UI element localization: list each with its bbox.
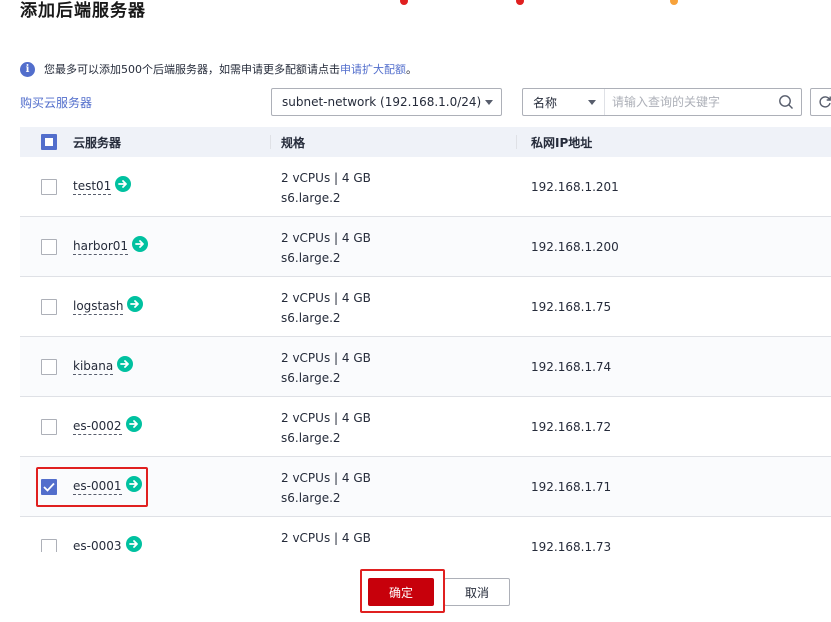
arrow-right-circle-icon[interactable] xyxy=(125,535,142,552)
private-ip-cell: 192.168.1.201 xyxy=(531,179,619,194)
row-checkbox[interactable] xyxy=(41,179,57,195)
spec-cell: 2 vCPUs | 4 GB xyxy=(281,528,371,548)
chevron-down-icon xyxy=(485,99,493,105)
arrow-right-circle-icon[interactable] xyxy=(125,415,142,432)
spec-cell: 2 vCPUs | 4 GB s6.large.2 xyxy=(281,408,371,448)
spec-cell: 2 vCPUs | 4 GB s6.large.2 xyxy=(281,468,371,508)
table-row[interactable]: kibana 2 vCPUs | 4 GB s6.large.2 192.168… xyxy=(20,337,831,397)
top-strip-clipped xyxy=(270,0,710,6)
row-checkbox[interactable] xyxy=(41,419,57,435)
search-field-select[interactable]: 名称 xyxy=(523,89,605,115)
server-name-cell: es-0001 xyxy=(73,475,142,495)
column-header-server: 云服务器 xyxy=(73,135,122,150)
arrow-right-circle-icon[interactable] xyxy=(127,295,144,312)
arrow-right-circle-icon[interactable] xyxy=(115,175,132,192)
checkmark-icon xyxy=(43,482,55,492)
private-ip-cell: 192.168.1.200 xyxy=(531,239,619,254)
server-name-link[interactable]: logstash xyxy=(73,299,124,315)
server-name-link[interactable]: harbor01 xyxy=(73,239,129,255)
spec-type: s6.large.2 xyxy=(281,311,341,325)
quota-notice: i 您最多可以添加500个后端服务器，如需申请更多配额请点击 申请扩大配额 。 xyxy=(20,60,417,78)
spec-cell: 2 vCPUs | 4 GB s6.large.2 xyxy=(281,288,371,328)
column-header-private-ip: 私网IP地址 xyxy=(531,135,593,150)
buy-server-link[interactable]: 购买云服务器 xyxy=(20,94,92,111)
clipped-dot xyxy=(400,0,408,5)
table-row[interactable]: es-0001 2 vCPUs | 4 GB s6.large.2 192.16… xyxy=(20,457,831,517)
server-name-cell: test01 xyxy=(73,175,132,195)
spec-flavor: 2 vCPUs | 4 GB xyxy=(281,171,371,185)
table-row[interactable]: es-0002 2 vCPUs | 4 GB s6.large.2 192.16… xyxy=(20,397,831,457)
quota-notice-tail: 。 xyxy=(406,63,417,76)
server-name-link[interactable]: kibana xyxy=(73,359,114,375)
spec-flavor: 2 vCPUs | 4 GB xyxy=(281,411,371,425)
server-name-link[interactable]: es-0001 xyxy=(73,479,122,495)
row-checkbox[interactable] xyxy=(41,359,57,375)
row-checkbox[interactable] xyxy=(41,239,57,255)
table-row[interactable]: logstash 2 vCPUs | 4 GB s6.large.2 192.1… xyxy=(20,277,831,337)
confirm-button[interactable]: 确定 xyxy=(368,578,434,606)
server-name-cell: logstash xyxy=(73,295,144,315)
subnet-select[interactable]: subnet-network (192.168.1.0/24) xyxy=(271,88,502,116)
spec-cell: 2 vCPUs | 4 GB s6.large.2 xyxy=(281,348,371,388)
spec-flavor: 2 vCPUs | 4 GB xyxy=(281,291,371,305)
arrow-right-circle-icon[interactable] xyxy=(125,475,142,492)
select-all-checkbox[interactable] xyxy=(41,134,57,150)
private-ip-cell: 192.168.1.71 xyxy=(531,479,612,494)
server-name-cell: es-0002 xyxy=(73,415,142,435)
table-row[interactable]: harbor01 2 vCPUs | 4 GB s6.large.2 192.1… xyxy=(20,217,831,277)
server-name-cell: kibana xyxy=(73,355,134,375)
table-row[interactable]: test01 2 vCPUs | 4 GB s6.large.2 192.168… xyxy=(20,157,831,217)
spec-type: s6.large.2 xyxy=(281,191,341,205)
row-checkbox[interactable] xyxy=(41,479,57,495)
column-header-spec: 规格 xyxy=(281,135,306,150)
cancel-button[interactable]: 取消 xyxy=(444,578,510,606)
private-ip-cell: 192.168.1.72 xyxy=(531,419,612,434)
spec-type: s6.large.2 xyxy=(281,491,341,505)
arrow-right-circle-icon[interactable] xyxy=(132,235,149,252)
search-box: 名称 xyxy=(522,88,802,116)
search-field-value: 名称 xyxy=(533,95,558,110)
column-divider xyxy=(270,135,271,149)
table-header: 云服务器 规格 私网IP地址 xyxy=(20,127,831,157)
spec-type: s6.large.2 xyxy=(281,371,341,385)
spec-cell: 2 vCPUs | 4 GB s6.large.2 xyxy=(281,168,371,208)
apply-quota-link[interactable]: 申请扩大配额 xyxy=(340,61,406,77)
server-name-link[interactable]: es-0002 xyxy=(73,419,122,435)
clipped-dot xyxy=(516,0,524,5)
info-icon: i xyxy=(20,61,35,77)
spec-type: s6.large.2 xyxy=(281,431,341,445)
subnet-select-value: subnet-network (192.168.1.0/24) xyxy=(282,95,482,109)
clipped-dot xyxy=(670,0,678,5)
spec-flavor: 2 vCPUs | 4 GB xyxy=(281,231,371,245)
server-name-cell: harbor01 xyxy=(73,235,149,255)
spec-cell: 2 vCPUs | 4 GB s6.large.2 xyxy=(281,228,371,268)
server-name-link[interactable]: test01 xyxy=(73,179,112,195)
private-ip-cell: 192.168.1.75 xyxy=(531,299,612,314)
quota-notice-text: 您最多可以添加500个后端服务器，如需申请更多配额请点击 xyxy=(44,63,340,76)
spec-flavor: 2 vCPUs | 4 GB xyxy=(281,471,371,485)
row-checkbox[interactable] xyxy=(41,299,57,315)
private-ip-cell: 192.168.1.74 xyxy=(531,359,612,374)
server-table: 云服务器 规格 私网IP地址 test01 2 vCPUs | 4 GB s6.… xyxy=(20,127,831,577)
spec-flavor: 2 vCPUs | 4 GB xyxy=(281,531,371,545)
chevron-down-icon xyxy=(588,99,596,105)
spec-type: s6.large.2 xyxy=(281,251,341,265)
search-input[interactable] xyxy=(605,89,771,115)
arrow-right-circle-icon[interactable] xyxy=(117,355,134,372)
spec-flavor: 2 vCPUs | 4 GB xyxy=(281,351,371,365)
refresh-icon xyxy=(819,96,831,108)
refresh-button[interactable] xyxy=(810,88,831,116)
search-icon[interactable] xyxy=(771,89,801,115)
column-divider xyxy=(516,135,517,149)
dialog-title: 添加后端服务器 xyxy=(20,1,146,21)
